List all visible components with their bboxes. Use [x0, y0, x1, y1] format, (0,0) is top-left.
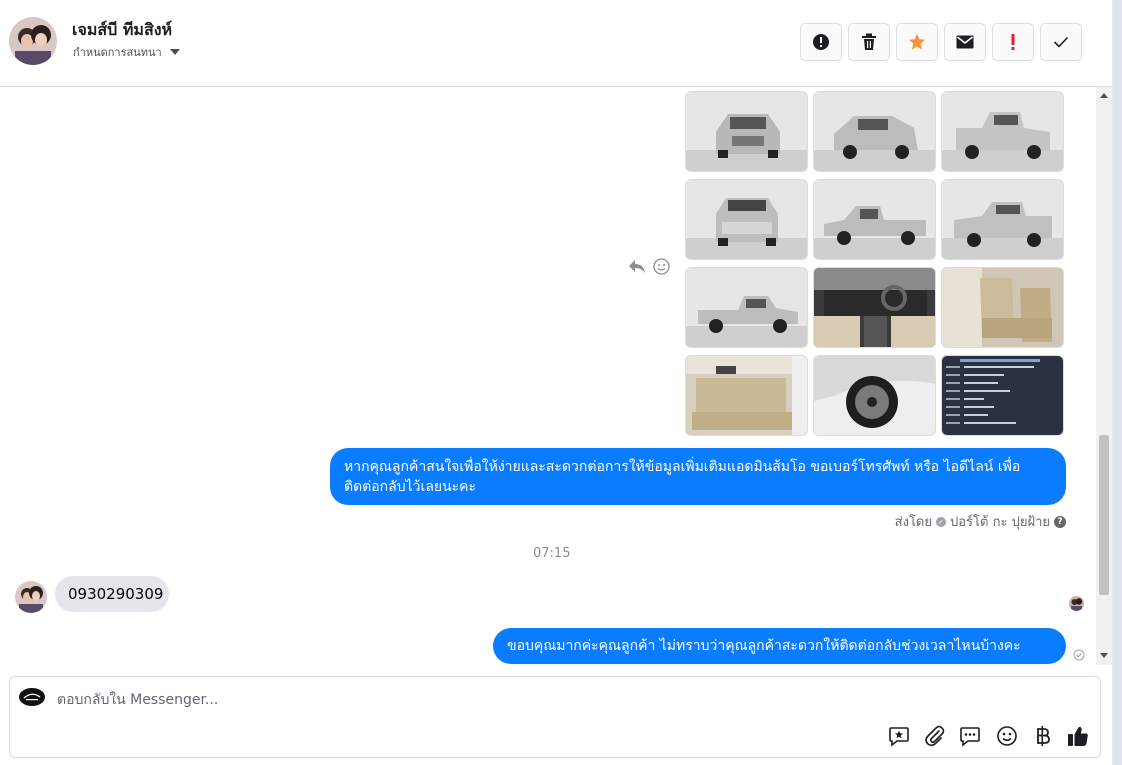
exclamation-icon — [1011, 34, 1015, 50]
thread-scrollbar[interactable] — [1096, 87, 1112, 665]
car-photo-front[interactable] — [685, 91, 808, 172]
assign-conversation-dropdown[interactable]: กำหนดการสนทนา — [73, 43, 180, 61]
message-thread[interactable]: หากคุณลูกค้าสนใจเพื่อให้ง่ายและสะดวกต่อก… — [0, 87, 1112, 665]
seen-avatar — [1069, 596, 1084, 611]
caret-down-icon — [169, 49, 180, 55]
mark-important-button[interactable] — [992, 23, 1034, 61]
thumbs-up-icon — [1068, 726, 1088, 746]
sender-avatar[interactable] — [15, 581, 47, 613]
messenger-inbox: เจมส์บี ทีมสิงห์ กำหนดการสนทนา หากคุณลูก… — [0, 0, 1122, 765]
car-photo-side-right[interactable] — [685, 267, 808, 348]
saved-reply-button[interactable] — [887, 724, 911, 748]
message-timestamp: 07:15 — [533, 546, 571, 561]
trash-icon — [862, 33, 876, 50]
delivered-check-icon — [1073, 649, 1085, 661]
help-icon[interactable]: ? — [1054, 515, 1066, 528]
sender-name: ปอร์โต้ กะ ปุยฝ้าย — [950, 515, 1050, 530]
car-photo-front-seats[interactable] — [941, 267, 1064, 348]
reply-icon[interactable] — [628, 258, 646, 274]
sent-by-prefix: ส่งโดย — [894, 515, 932, 530]
car-photo-dashboard[interactable] — [813, 267, 936, 348]
payment-button[interactable] — [1031, 724, 1055, 748]
message-text: 0930290309 — [68, 585, 164, 603]
scroll-up-icon[interactable] — [1100, 93, 1108, 98]
car-photo-rear-seats[interactable] — [685, 355, 808, 436]
mark-done-button[interactable] — [1040, 23, 1082, 61]
star-icon — [908, 33, 926, 50]
star-chat-icon — [889, 727, 909, 747]
like-button[interactable] — [1066, 724, 1090, 748]
contact-avatar[interactable] — [9, 17, 57, 65]
smiley-react-icon[interactable] — [653, 258, 670, 275]
car-photo-rear[interactable] — [685, 179, 808, 260]
checkmark-icon — [1053, 36, 1069, 48]
reply-composer — [9, 676, 1101, 758]
quick-replies-button[interactable] — [958, 724, 982, 748]
baht-icon — [1037, 726, 1050, 746]
attach-file-button[interactable] — [923, 724, 947, 748]
star-button[interactable] — [896, 23, 938, 61]
mark-unread-button[interactable] — [944, 23, 986, 61]
car-photo-rear-left[interactable] — [941, 179, 1064, 260]
chat-bubble-icon — [960, 727, 980, 747]
assign-label: กำหนดการสนทนา — [73, 46, 162, 59]
reply-input[interactable] — [57, 689, 757, 711]
page-logo-icon — [19, 688, 45, 706]
page-edge — [1112, 0, 1122, 765]
smiley-icon — [997, 726, 1017, 746]
alert-circle-icon — [813, 34, 829, 50]
sent-by-label: ส่งโดย ✓ ปอร์โต้ กะ ปุยฝ้าย ? — [895, 511, 1066, 532]
message-text: ขอบคุณมากค่ะคุณลูกค้า ไม่ทราบว่าคุณลูกค้… — [507, 638, 1021, 654]
car-photo-front-angle[interactable] — [813, 91, 936, 172]
car-photo-side[interactable] — [813, 179, 936, 260]
conversation-header: เจมส์บี ทีมสิงห์ กำหนดการสนทนา — [0, 0, 1112, 87]
outgoing-message[interactable]: หากคุณลูกค้าสนใจเพื่อให้ง่ายและสะดวกต่อก… — [330, 448, 1066, 505]
outgoing-message[interactable]: ขอบคุณมากค่ะคุณลูกค้า ไม่ทราบว่าคุณลูกค้… — [493, 628, 1066, 664]
emoji-button[interactable] — [995, 724, 1019, 748]
delete-button[interactable] — [848, 23, 890, 61]
car-photo-rear-angle[interactable] — [941, 91, 1064, 172]
verified-check-icon: ✓ — [936, 516, 946, 527]
contact-name[interactable]: เจมส์บี ทีมสิงห์ — [72, 18, 172, 43]
incoming-message[interactable]: 0930290309 — [55, 576, 169, 612]
scroll-thumb[interactable] — [1099, 435, 1109, 595]
message-text: หากคุณลูกค้าสนใจเพื่อให้ง่ายและสะดวกต่อก… — [344, 459, 1021, 495]
car-info-card[interactable] — [941, 355, 1064, 436]
scroll-down-icon[interactable] — [1100, 653, 1108, 658]
report-button[interactable] — [800, 23, 842, 61]
car-photo-wheel[interactable] — [813, 355, 936, 436]
envelope-icon — [956, 35, 974, 49]
paperclip-icon — [925, 725, 945, 747]
